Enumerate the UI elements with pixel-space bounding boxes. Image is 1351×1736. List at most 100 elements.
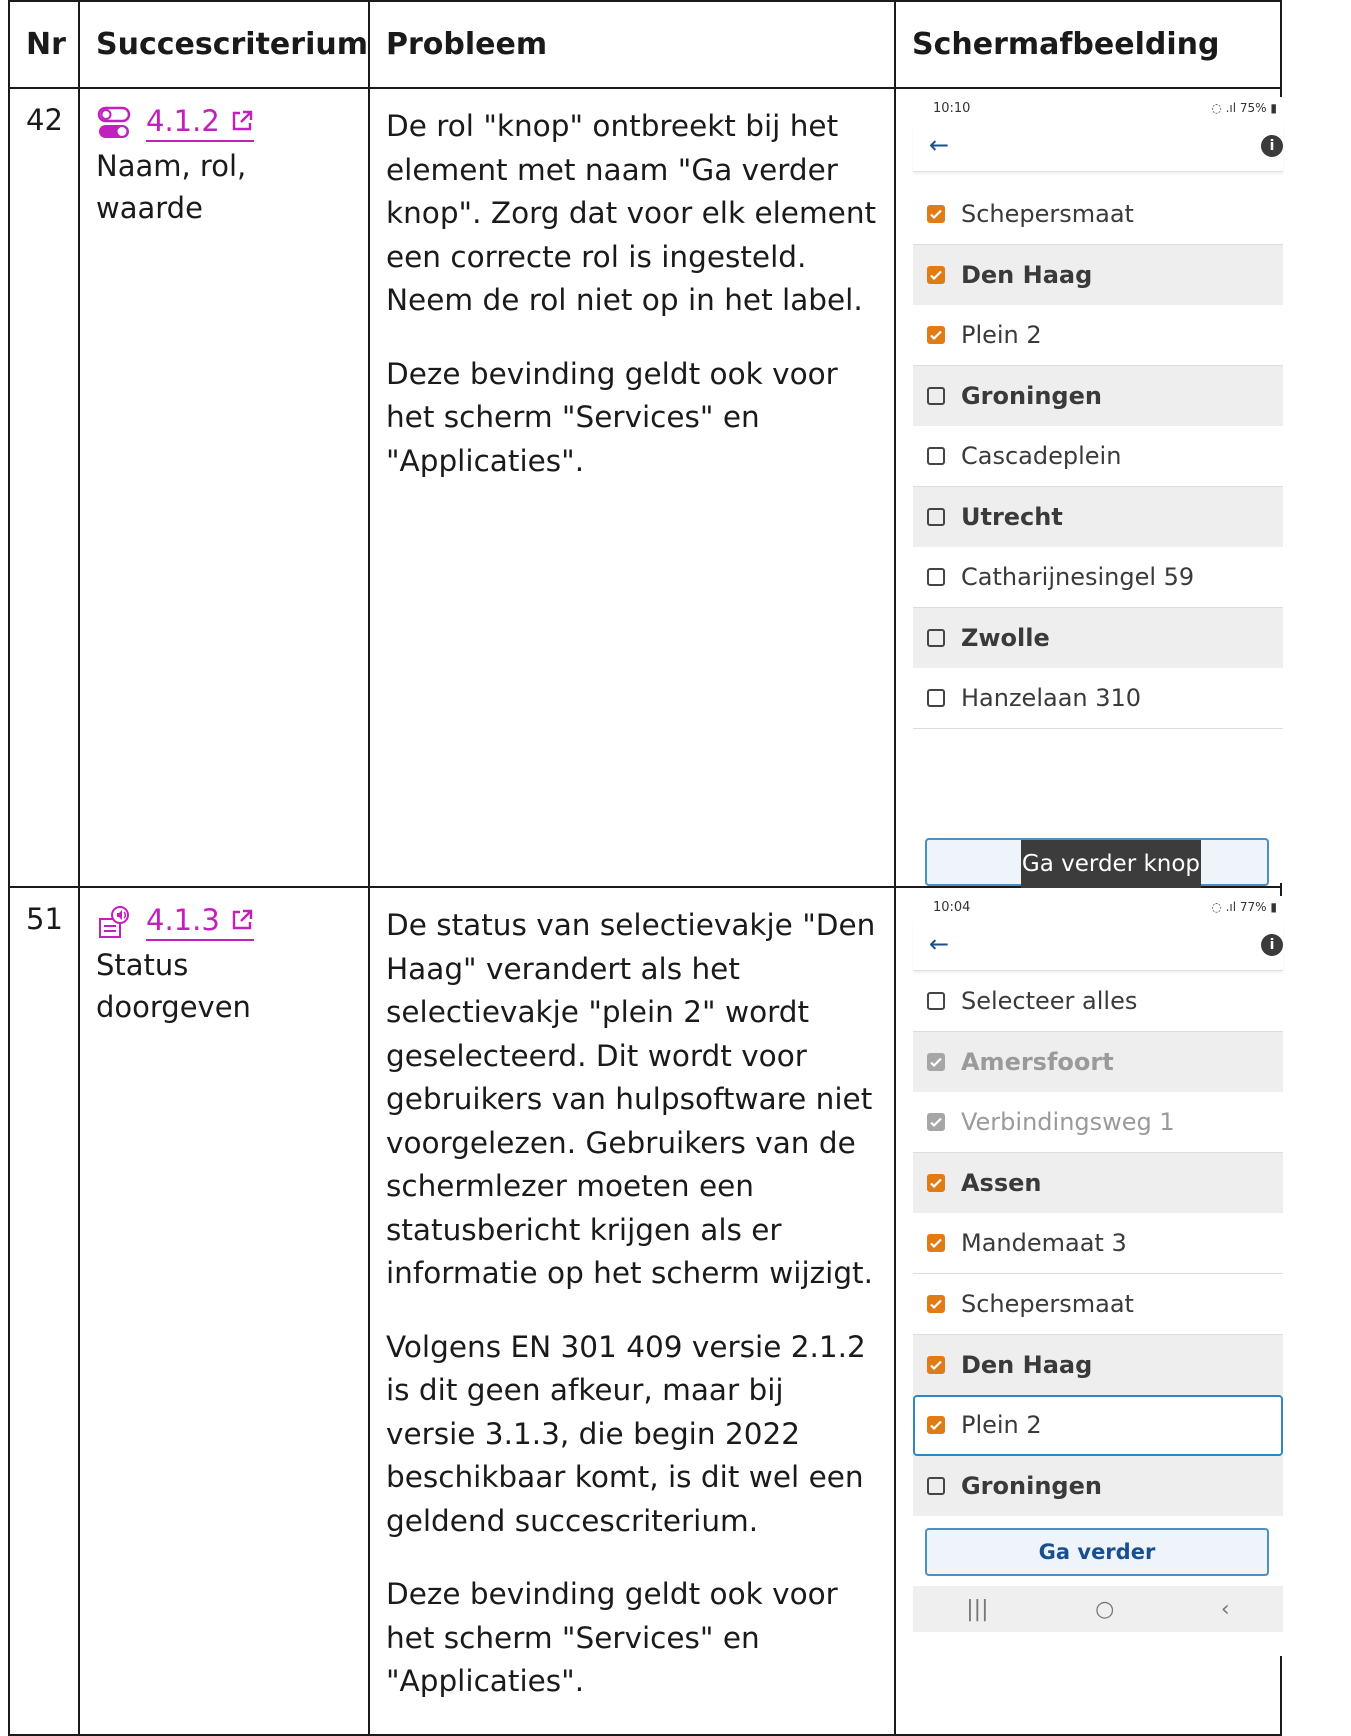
checkbox-icon xyxy=(926,568,945,586)
speaker-document-icon xyxy=(99,906,129,938)
location-checkbox[interactable]: Schepersmaat xyxy=(912,184,1283,245)
checkbox-label: Schepersmaat xyxy=(960,1290,1134,1318)
external-link-icon xyxy=(232,909,252,930)
phone-screenshot: 10:04 ◌ .ıl 77% ▮ ← i Selecteer alles Ame… xyxy=(912,896,1283,1656)
checkbox-icon xyxy=(926,1174,945,1192)
continue-button[interactable]: Ga verder knop xyxy=(924,838,1269,888)
phone-signal-battery: ◌ .ıl 77% ▮ xyxy=(1211,900,1277,914)
external-link-icon xyxy=(232,110,252,131)
header-nr: Nr xyxy=(8,0,80,89)
location-group-checkbox[interactable]: Den Haag xyxy=(912,245,1283,305)
checkbox-icon xyxy=(926,1356,945,1374)
criterion-cell: 4.1.2 Naam, rol, waarde xyxy=(78,87,370,888)
checkbox-icon xyxy=(926,1477,945,1495)
phone-status-bar: 10:04 ◌ .ıl 77% ▮ xyxy=(913,896,1283,922)
finding-number: 51 xyxy=(8,886,80,1736)
findings-table: Nr Succescriterium Probleem Schermafbeel… xyxy=(8,0,1283,1736)
checkbox-label: Groningen xyxy=(960,382,1102,410)
location-checkbox[interactable]: Catharijnesingel 59 xyxy=(912,547,1283,608)
location-group-checkbox[interactable]: Groningen xyxy=(912,1456,1283,1516)
location-group-checkbox[interactable]: Assen xyxy=(912,1153,1283,1213)
phone-screenshot: 10:10 ◌ .ıl 75% ▮ ← i Schepersmaat Den Ha… xyxy=(912,97,1283,951)
phone-app-bar: ← i xyxy=(912,123,1283,172)
header-row: Nr Succescriterium Probleem Schermafbeel… xyxy=(8,0,1282,89)
problem-paragraph: Deze bevinding geldt ook voor het scherm… xyxy=(385,1577,838,1698)
info-icon[interactable]: i xyxy=(1260,135,1283,157)
checkbox-label: Schepersmaat xyxy=(960,200,1134,228)
location-checkbox[interactable]: Plein 2 xyxy=(912,305,1283,366)
home-icon[interactable]: ○ xyxy=(1095,1597,1114,1622)
checkbox-icon xyxy=(926,1416,945,1434)
checkbox-icon xyxy=(926,629,945,647)
problem-cell: De status van selectievakje "Den Haag" v… xyxy=(367,886,896,1736)
checkbox-label: Den Haag xyxy=(960,1351,1093,1379)
finding-number: 42 xyxy=(8,87,80,888)
location-checkbox[interactable]: Verbindingsweg 1 xyxy=(912,1092,1283,1153)
toggle-switch-icon xyxy=(97,106,131,138)
talkback-tooltip: Ga verder knop xyxy=(1020,840,1201,888)
checkbox-icon xyxy=(926,689,945,707)
phone-time: 10:10 xyxy=(932,101,971,116)
checkbox-label: Catharijnesingel 59 xyxy=(960,563,1195,591)
location-group-checkbox[interactable]: Den Haag xyxy=(912,1335,1283,1395)
header-criterion: Succescriterium xyxy=(78,0,370,89)
location-group-checkbox[interactable]: Amersfoort xyxy=(912,1032,1283,1092)
checkbox-label: Selecteer alles xyxy=(960,987,1138,1015)
finding-row: 42 4.1.2 Naam, rol, waarde De rol "knop"… xyxy=(8,87,1283,951)
checkbox-icon xyxy=(926,1234,945,1252)
location-checkbox[interactable]: Hanzelaan 310 xyxy=(912,668,1283,729)
header-screenshot: Schermafbeelding xyxy=(893,0,1282,89)
location-list: Selecteer alles Amersfoort Verbindingsweg … xyxy=(912,971,1283,1516)
checkbox-icon xyxy=(926,387,945,405)
nav-back-icon[interactable]: ‹ xyxy=(1221,1597,1230,1622)
checkbox-icon xyxy=(926,205,945,223)
problem-paragraph: De rol "knop" ontbreekt bij het element … xyxy=(385,109,877,317)
checkbox-label: Groningen xyxy=(960,1472,1102,1500)
checkbox-label: Plein 2 xyxy=(960,321,1042,349)
problem-cell: De rol "knop" ontbreekt bij het element … xyxy=(367,87,896,888)
phone-time: 10:04 xyxy=(932,900,971,915)
finding-row: 51 4.1.3 Status doorgeven De status van … xyxy=(8,886,1283,1736)
location-group-checkbox[interactable]: Groningen xyxy=(912,366,1283,426)
location-checkbox[interactable]: Cascadeplein xyxy=(912,426,1283,487)
checkbox-label: Assen xyxy=(960,1169,1042,1197)
criterion-link-label: 4.1.3 xyxy=(146,903,220,937)
checkbox-icon xyxy=(926,508,945,526)
checkbox-icon xyxy=(926,1053,945,1071)
back-arrow-icon[interactable]: ← xyxy=(929,930,949,958)
location-checkbox[interactable]: Schepersmaat xyxy=(912,1274,1283,1335)
location-checkbox[interactable]: Selecteer alles xyxy=(912,971,1283,1032)
info-icon[interactable]: i xyxy=(1260,934,1283,956)
recent-apps-icon[interactable]: ||| xyxy=(966,1597,988,1622)
location-checkbox[interactable]: Mandemaat 3 xyxy=(912,1213,1283,1274)
checkbox-label: Verbindingsweg 1 xyxy=(960,1108,1175,1136)
checkbox-label: Plein 2 xyxy=(960,1411,1042,1439)
back-arrow-icon[interactable]: ← xyxy=(929,131,949,159)
checkbox-label: Zwolle xyxy=(960,624,1050,652)
criterion-cell: 4.1.3 Status doorgeven xyxy=(78,886,370,1736)
problem-paragraph: Volgens EN 301 409 versie 2.1.2 is dit g… xyxy=(385,1329,866,1538)
location-list: Schepersmaat Den Haag Plein 2 Groningen Casc… xyxy=(912,184,1283,729)
criterion-link[interactable]: 4.1.3 xyxy=(146,903,254,941)
phone-app-bar: ← i xyxy=(912,922,1283,971)
checkbox-icon xyxy=(926,447,945,465)
continue-button[interactable]: Ga verder xyxy=(924,1528,1269,1576)
checkbox-label: Cascadeplein xyxy=(960,442,1122,470)
checkbox-label: Hanzelaan 310 xyxy=(960,684,1142,712)
checkbox-icon xyxy=(926,326,945,344)
criterion-name: Status doorgeven xyxy=(96,948,251,1024)
problem-paragraph: De status van selectievakje "Den Haag" v… xyxy=(385,908,876,1290)
criterion-name: Naam, rol, waarde xyxy=(96,149,247,225)
phone-status-bar: 10:10 ◌ .ıl 75% ▮ xyxy=(913,97,1283,123)
location-group-checkbox[interactable]: Zwolle xyxy=(912,608,1283,668)
location-checkbox[interactable]: Plein 2 xyxy=(912,1395,1283,1456)
android-nav-bar: ||| ○ ‹ xyxy=(912,1586,1283,1632)
header-problem: Probleem xyxy=(367,0,896,89)
location-group-checkbox[interactable]: Utrecht xyxy=(912,487,1283,547)
checkbox-label: Utrecht xyxy=(960,503,1063,531)
checkbox-icon xyxy=(926,266,945,284)
checkbox-icon xyxy=(926,992,945,1010)
checkbox-label: Amersfoort xyxy=(960,1048,1114,1076)
criterion-link[interactable]: 4.1.2 xyxy=(146,104,254,142)
checkbox-icon xyxy=(926,1295,945,1313)
